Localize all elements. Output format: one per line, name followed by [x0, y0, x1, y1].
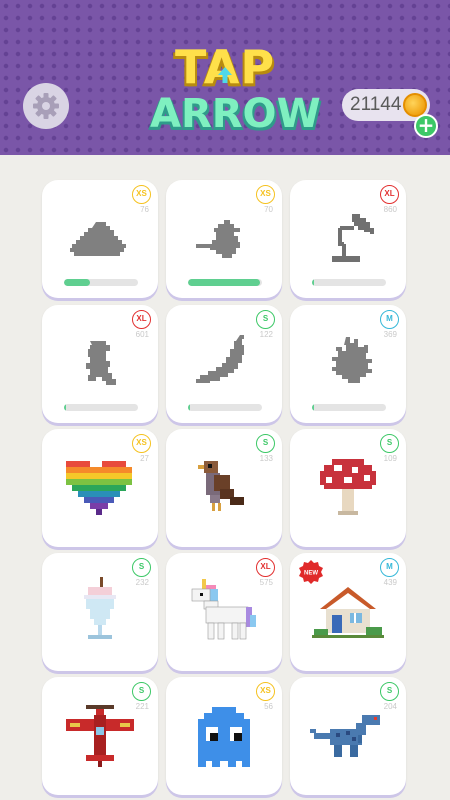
- splash-silhouette-icon: [332, 337, 372, 383]
- coin-balance: 21144: [342, 89, 430, 121]
- mushroom-icon: [320, 459, 376, 515]
- dinosaur-icon: [310, 715, 380, 757]
- logo-line-arrow: ARROW: [150, 91, 321, 137]
- pixel-count: 76: [140, 205, 149, 214]
- coin-count: 21144: [350, 94, 402, 115]
- progress-fill: [312, 279, 315, 286]
- progress-bar: [64, 404, 138, 411]
- rainbow-heart-icon: [66, 461, 132, 515]
- pile-silhouette-icon: [70, 222, 126, 256]
- level-card-sparrow[interactable]: S 133: [166, 429, 282, 547]
- bird-silhouette-icon: [196, 220, 240, 258]
- level-card-pile[interactable]: XS 76: [42, 180, 158, 298]
- pixel-count: 56: [264, 702, 273, 711]
- progress-fill: [188, 404, 191, 411]
- settings-button[interactable]: [23, 83, 69, 129]
- level-card-mario[interactable]: XL 601: [42, 305, 158, 423]
- chili-silhouette-icon: [196, 335, 244, 383]
- level-card-airplane[interactable]: S 221: [42, 677, 158, 795]
- level-card-bird-silhouette[interactable]: XS 70: [166, 180, 282, 298]
- milkshake-icon: [84, 577, 116, 639]
- sparrow-icon: [198, 461, 244, 511]
- level-card-lamp[interactable]: XL 860: [290, 180, 406, 298]
- level-card-house[interactable]: NEW M 439: [290, 553, 406, 671]
- airplane-icon: [66, 705, 134, 767]
- add-coins-button[interactable]: +: [414, 114, 438, 138]
- level-card-dinosaur[interactable]: S 204: [290, 677, 406, 795]
- game-logo: TAP ARROW: [150, 42, 321, 142]
- level-card-unicorn[interactable]: XL 575: [166, 553, 282, 671]
- pixel-count: 70: [264, 205, 273, 214]
- progress-fill: [312, 404, 315, 411]
- pixel-count: 27: [140, 454, 149, 463]
- top-bar: TAP ARROW 21144 +: [0, 0, 450, 155]
- progress-fill: [188, 279, 260, 286]
- progress-fill: [64, 404, 67, 411]
- level-card-ghost[interactable]: XS 56: [166, 677, 282, 795]
- character-silhouette-icon: [86, 341, 116, 385]
- progress-bar: [64, 279, 138, 286]
- arrow-up-icon: [218, 67, 232, 83]
- progress-bar: [188, 279, 262, 286]
- house-icon: [312, 587, 384, 638]
- lamp-silhouette-icon: [332, 214, 374, 262]
- progress-bar: [312, 279, 386, 286]
- level-card-chili[interactable]: S 122: [166, 305, 282, 423]
- progress-bar: [312, 404, 386, 411]
- ghost-icon: [198, 707, 250, 767]
- level-card-splash[interactable]: M 369: [290, 305, 406, 423]
- progress-fill: [64, 279, 90, 286]
- level-card-rainbow-heart[interactable]: XS 27: [42, 429, 158, 547]
- gear-icon: [33, 93, 59, 119]
- unicorn-icon: [191, 579, 256, 640]
- level-card-milkshake[interactable]: S 232: [42, 553, 158, 671]
- level-grid: XS 76 XS 70 XL 860 XL 601 S 122 M 369 XS…: [0, 155, 450, 800]
- level-card-mushroom[interactable]: S 109: [290, 429, 406, 547]
- progress-bar: [188, 404, 262, 411]
